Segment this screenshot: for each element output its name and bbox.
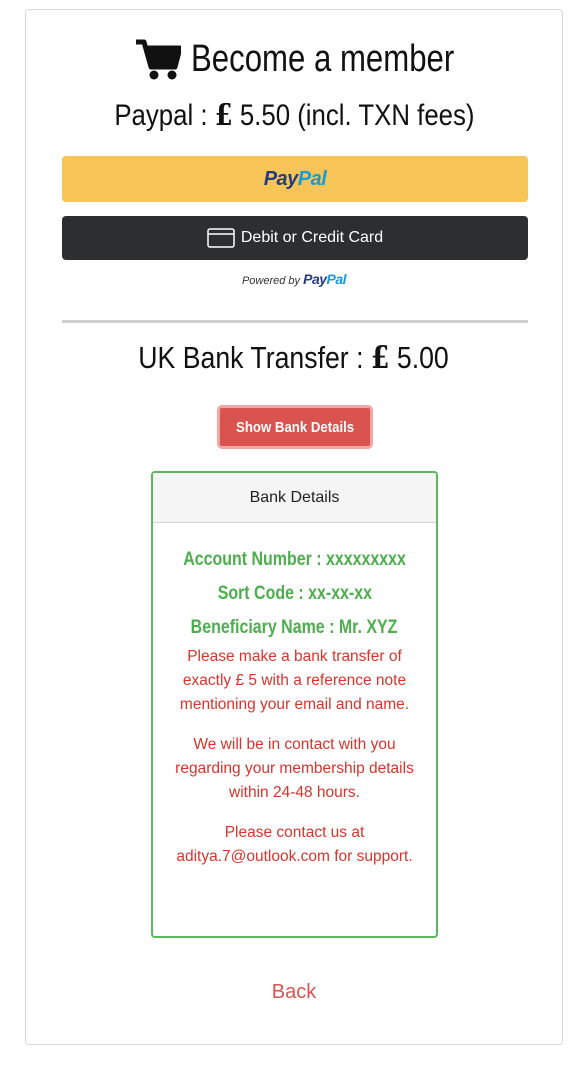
show-bank-details-button[interactable]: Show Bank Details <box>217 405 373 449</box>
contact-note: We will be in contact with you regarding… <box>175 736 414 801</box>
transfer-instruction: Please make a bank transfer of exactly £… <box>179 648 410 713</box>
panel-body: Account Number : xxxxxxxxx Sort Code : x… <box>153 523 436 869</box>
account-number: Account Number : xxxxxxxxx <box>183 549 406 570</box>
paypal-price: Paypal : £ 5.50 (incl. TXN fees) <box>26 98 562 133</box>
powered-paypal-logo: PayPal <box>303 271 347 287</box>
paypal-button[interactable]: PayPal <box>62 156 528 202</box>
section-divider <box>62 320 528 323</box>
panel-title: Bank Details <box>153 473 436 523</box>
sort-code: Sort Code : xx-xx-xx <box>217 583 372 604</box>
powered-by-text: Powered by <box>241 275 304 287</box>
page-title: Become a member <box>191 38 455 80</box>
bank-currency: £ <box>371 340 390 376</box>
bank-title-label: UK Bank Transfer : <box>138 340 372 375</box>
bank-amount: 5.00 <box>389 340 450 375</box>
back-link[interactable]: Back <box>26 981 562 1004</box>
title-row: Become a member <box>26 38 562 81</box>
beneficiary-name: Beneficiary Name : Mr. XYZ <box>191 617 398 638</box>
support-note: Please contact us at aditya.7@outlook.co… <box>176 824 413 865</box>
powered-by-paypal: Powered by PayPal <box>26 271 562 287</box>
paypal-price-label: Paypal : <box>113 99 215 132</box>
paypal-currency: £ <box>214 98 233 133</box>
credit-card-icon <box>207 228 235 248</box>
bank-details-panel: Bank Details Account Number : xxxxxxxxx … <box>151 471 438 938</box>
paypal-amount: 5.50 (incl. TXN fees) <box>232 99 475 132</box>
bank-transfer-price: UK Bank Transfer : £ 5.00 <box>26 340 562 376</box>
debit-credit-card-button[interactable]: Debit or Credit Card <box>62 216 528 260</box>
card-button-label: Debit or Credit Card <box>240 229 384 246</box>
membership-card: Become a member Paypal : £ 5.50 (incl. T… <box>25 9 563 1045</box>
shopping-cart-icon <box>136 39 182 79</box>
paypal-logo: PayPal <box>263 167 327 190</box>
